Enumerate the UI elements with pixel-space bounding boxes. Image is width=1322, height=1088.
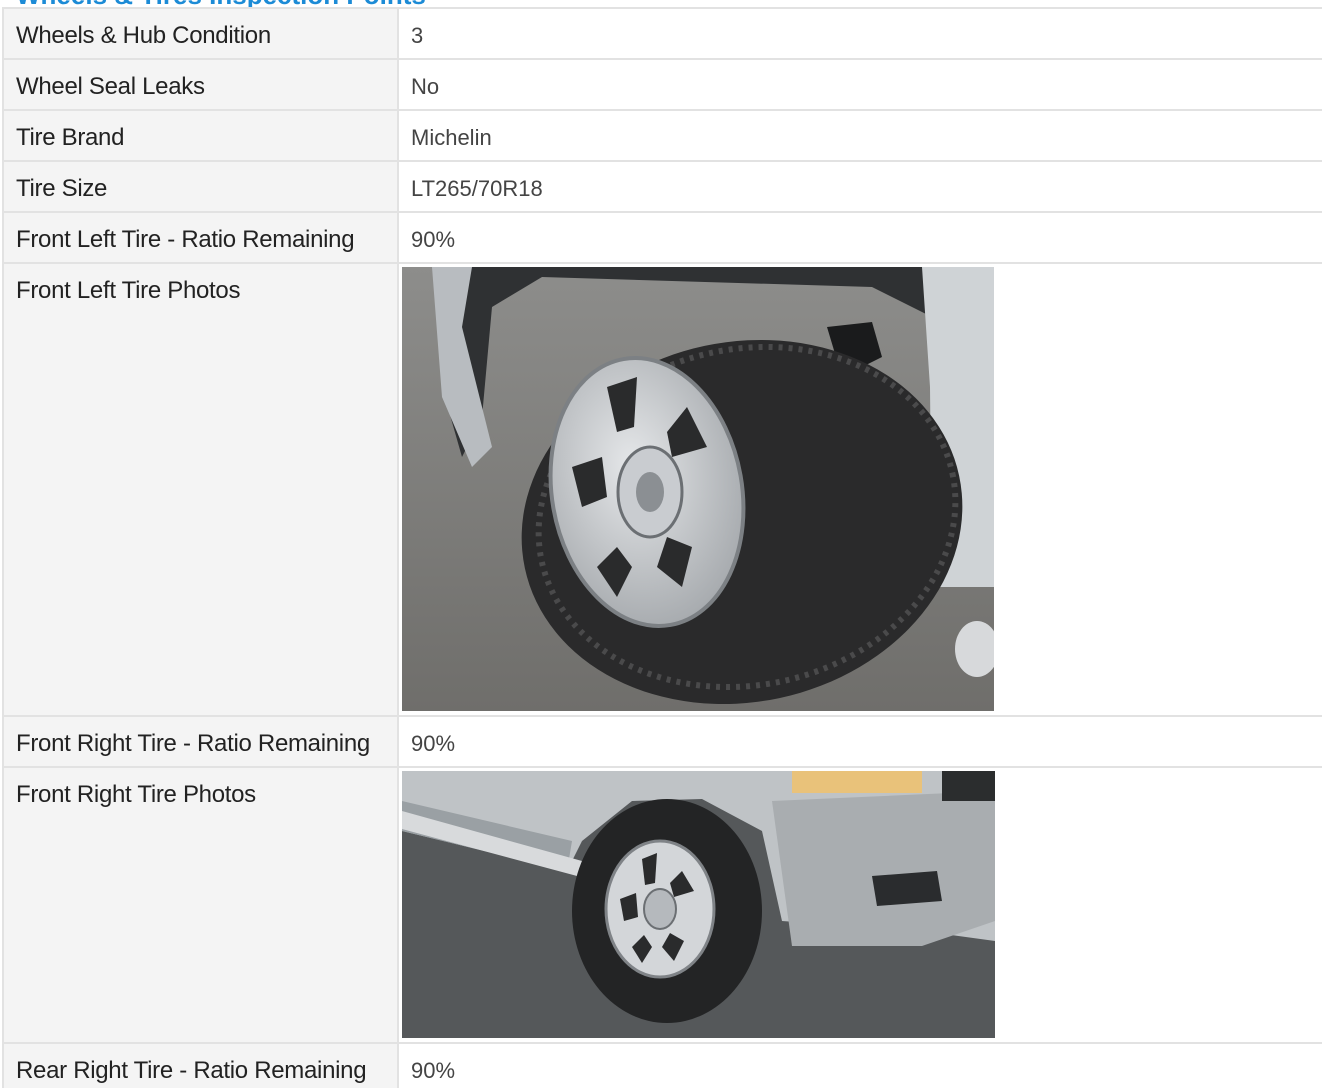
row-label: Rear Right Tire - Ratio Remaining: [2, 1042, 399, 1088]
row-label: Wheels & Hub Condition: [2, 7, 399, 60]
row-value: 90%: [397, 211, 1322, 264]
table-row: Front Right Tire - Ratio Remaining 90%: [2, 715, 1322, 768]
front-left-tire-photo[interactable]: [402, 267, 994, 711]
inspection-page: Wheels & Tires Inspection Points Wheels …: [0, 0, 1322, 1088]
table-row: Tire Brand Michelin: [2, 109, 1322, 162]
table-row: Wheels & Hub Condition 3: [2, 7, 1322, 60]
table-row: Tire Size LT265/70R18: [2, 160, 1322, 213]
row-label: Wheel Seal Leaks: [2, 58, 399, 111]
row-label: Front Right Tire Photos: [2, 766, 399, 1044]
row-label: Front Left Tire - Ratio Remaining: [2, 211, 399, 264]
row-value: No: [397, 58, 1322, 111]
table-row: Wheel Seal Leaks No: [2, 58, 1322, 111]
table-row: Front Right Tire Photos: [2, 766, 1322, 1044]
photo-cell: [397, 262, 1322, 717]
row-label: Front Right Tire - Ratio Remaining: [2, 715, 399, 768]
row-value: 90%: [397, 1042, 1322, 1088]
row-value: 90%: [397, 715, 1322, 768]
front-right-tire-image: [402, 771, 995, 1038]
row-value: LT265/70R18: [397, 160, 1322, 213]
inspection-table: Wheels & Hub Condition 3 Wheel Seal Leak…: [2, 7, 1322, 1088]
row-value: 3: [397, 7, 1322, 60]
front-right-tire-photo[interactable]: [402, 771, 995, 1038]
front-left-tire-image: [402, 267, 994, 711]
table-row: Front Left Tire Photos: [2, 262, 1322, 717]
photo-cell: [397, 766, 1322, 1044]
row-label: Tire Size: [2, 160, 399, 213]
row-value: Michelin: [397, 109, 1322, 162]
table-row: Front Left Tire - Ratio Remaining 90%: [2, 211, 1322, 264]
row-label: Front Left Tire Photos: [2, 262, 399, 717]
row-label: Tire Brand: [2, 109, 399, 162]
table-row: Rear Right Tire - Ratio Remaining 90%: [2, 1042, 1322, 1088]
